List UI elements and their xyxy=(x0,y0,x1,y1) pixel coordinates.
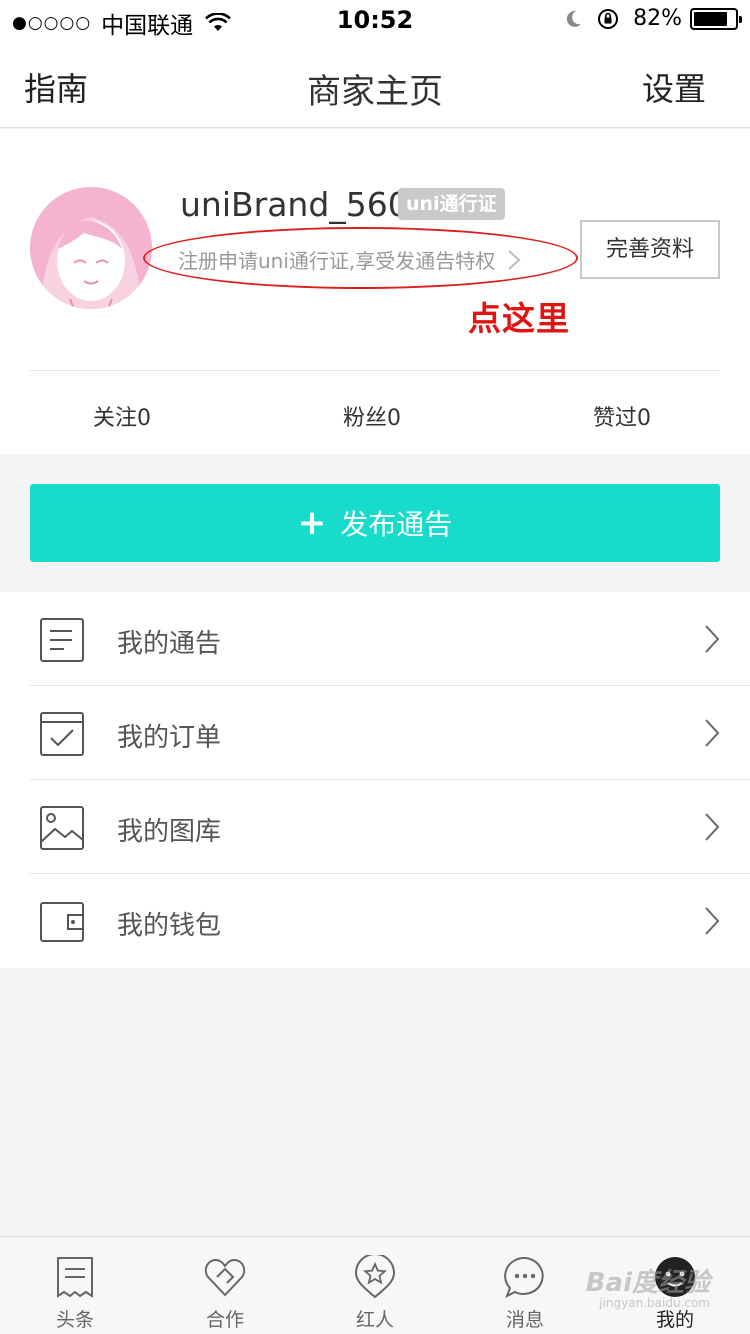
battery-tip xyxy=(739,15,742,23)
tab-messages[interactable]: 消息 xyxy=(475,1255,575,1332)
menu-list: 我的通告 我的订单 我的图库 我的钱包 xyxy=(0,592,750,968)
nav-bar: 指南 商家主页 设置 xyxy=(0,40,750,128)
annotation-click-here: 点这里 xyxy=(468,299,570,338)
plus-icon: + xyxy=(297,503,327,543)
stat-following[interactable]: 关注0 xyxy=(93,400,151,432)
tab-label: 红人 xyxy=(355,1309,394,1331)
complete-profile-button[interactable]: 完善资料 xyxy=(580,220,720,279)
chat-bubble-icon xyxy=(504,1256,544,1299)
document-icon xyxy=(40,618,84,662)
menu-item-my-orders[interactable]: 我的订单 xyxy=(0,686,750,780)
star-badge-icon xyxy=(354,1255,396,1299)
divider xyxy=(30,370,720,371)
register-uni-pass-link[interactable]: 注册申请uni通行证,享受发通告特权 xyxy=(178,245,521,274)
stat-likes[interactable]: 赞过0 xyxy=(593,400,651,432)
chevron-right-icon xyxy=(705,907,720,935)
handshake-heart-icon xyxy=(204,1258,246,1297)
chevron-right-icon xyxy=(705,625,720,653)
battery-icon xyxy=(690,7,742,30)
battery-fill xyxy=(694,11,727,26)
tab-label: 合作 xyxy=(205,1309,244,1331)
tab-headlines[interactable]: 头条 xyxy=(25,1255,125,1332)
news-icon xyxy=(57,1257,93,1298)
chevron-right-icon xyxy=(705,719,720,747)
watermark-url: jingyan.baidu.com xyxy=(599,1296,710,1310)
avatar-face-icon xyxy=(30,187,152,309)
chevron-right-icon xyxy=(705,813,720,841)
tab-cooperation[interactable]: 合作 xyxy=(175,1255,275,1332)
menu-label: 我的图库 xyxy=(117,817,222,847)
tab-label: 头条 xyxy=(55,1309,94,1331)
menu-item-my-wallet[interactable]: 我的钱包 xyxy=(0,874,750,968)
page-title: 商家主页 xyxy=(307,72,443,112)
menu-label: 我的通告 xyxy=(117,629,222,659)
register-prompt-text: 注册申请uni通行证,享受发通告特权 xyxy=(178,249,496,273)
wallet-icon xyxy=(40,902,84,942)
uni-pass-badge: uni通行证 xyxy=(398,188,505,220)
watermark: Bai度经验 xyxy=(585,1268,710,1298)
chevron-right-icon xyxy=(508,249,521,270)
profile-section: uniBrand_560 uni通行证 注册申请uni通行证,享受发通告特权 完… xyxy=(0,129,750,454)
tab-label: 消息 xyxy=(505,1309,544,1331)
menu-item-my-announcements[interactable]: 我的通告 xyxy=(0,592,750,686)
menu-item-my-gallery[interactable]: 我的图库 xyxy=(0,780,750,874)
menu-label: 我的钱包 xyxy=(117,911,222,941)
menu-label: 我的订单 xyxy=(117,723,222,753)
stat-fans[interactable]: 粉丝0 xyxy=(343,400,401,432)
image-icon xyxy=(40,806,84,850)
order-check-icon xyxy=(40,712,84,756)
settings-button[interactable]: 设置 xyxy=(642,64,706,110)
publish-label: 发布通告 xyxy=(340,508,453,541)
battery-percent: 82% xyxy=(633,6,682,31)
moon-icon xyxy=(566,10,582,27)
publish-announcement-button[interactable]: + 发布通告 xyxy=(30,484,720,562)
status-right: 82% xyxy=(563,6,742,31)
username: uniBrand_560 xyxy=(180,185,409,224)
rotation-lock-icon xyxy=(598,8,619,29)
status-bar: ●○○○○ 中国联通 10:52 82% xyxy=(0,0,750,40)
avatar[interactable] xyxy=(30,187,152,309)
tab-influencers[interactable]: 红人 xyxy=(325,1255,425,1332)
